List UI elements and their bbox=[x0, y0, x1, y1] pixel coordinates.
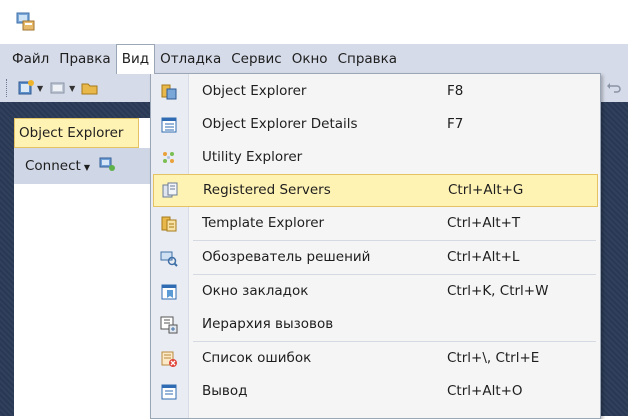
object-explorer-tab[interactable]: Object Explorer bbox=[14, 118, 139, 148]
menu-item-shortcut: Ctrl+Alt+T bbox=[447, 215, 521, 231]
menu-item-bookmarks-window[interactable]: Окно закладок Ctrl+K, Ctrl+W bbox=[151, 275, 600, 308]
menu-item-shortcut: Ctrl+K, Ctrl+W bbox=[447, 283, 549, 299]
undo-icon[interactable] bbox=[606, 80, 622, 96]
menu-item-solution-explorer[interactable]: Обозреватель решений Ctrl+Alt+L bbox=[151, 241, 600, 274]
menu-item-label: Object Explorer bbox=[202, 83, 307, 99]
object-explorer-icon bbox=[160, 83, 178, 101]
menu-item-label: Object Explorer Details bbox=[202, 116, 358, 132]
output-icon bbox=[160, 383, 178, 401]
menu-item-label: Registered Servers bbox=[203, 182, 331, 198]
menu-item-label: Вывод bbox=[202, 383, 248, 399]
menu-file[interactable]: Файл bbox=[0, 44, 54, 74]
menu-window[interactable]: Окно bbox=[287, 44, 333, 74]
menu-item-error-list[interactable]: Список ошибок Ctrl+\, Ctrl+E bbox=[151, 342, 600, 375]
menu-item-template-explorer[interactable]: Template Explorer Ctrl+Alt+T bbox=[151, 207, 600, 240]
add-item-button[interactable]: ▼ bbox=[49, 79, 75, 97]
menu-item-label: Utility Explorer bbox=[202, 149, 303, 165]
add-item-icon bbox=[50, 82, 65, 94]
menu-tools[interactable]: Сервис bbox=[226, 44, 286, 74]
menu-help[interactable]: Справка bbox=[333, 44, 402, 74]
menu-item-object-explorer-details[interactable]: Object Explorer Details F7 bbox=[151, 108, 600, 141]
chevron-down-icon: ▼ bbox=[83, 163, 90, 172]
menu-item-shortcut: Ctrl+Alt+G bbox=[448, 182, 524, 198]
call-hierarchy-icon bbox=[160, 316, 178, 334]
new-project-icon bbox=[18, 80, 34, 95]
menu-item-label: Список ошибок bbox=[202, 350, 312, 366]
toolbar-grip[interactable] bbox=[6, 79, 11, 97]
solution-explorer-icon bbox=[160, 249, 178, 267]
connect-server-icon[interactable] bbox=[98, 155, 116, 177]
bookmarks-window-icon bbox=[160, 283, 178, 301]
menu-item-shortcut: F7 bbox=[447, 116, 464, 132]
menu-item-object-explorer[interactable]: Object Explorer F8 bbox=[151, 75, 600, 108]
menu-item-label: Обозреватель решений bbox=[202, 249, 371, 265]
chevron-down-icon: ▼ bbox=[69, 83, 76, 93]
utility-explorer-icon bbox=[160, 149, 178, 167]
menu-item-shortcut: Ctrl+\, Ctrl+E bbox=[447, 350, 540, 366]
menu-item-registered-servers[interactable]: Registered Servers Ctrl+Alt+G bbox=[153, 174, 598, 207]
view-menu-dropdown: Object Explorer F8 Object Explorer Detai… bbox=[150, 73, 601, 419]
menu-item-label: Template Explorer bbox=[202, 215, 325, 231]
menu-item-call-hierarchy[interactable]: Иерархия вызовов bbox=[151, 308, 600, 341]
app-icon bbox=[16, 12, 36, 32]
menu-view[interactable]: Вид bbox=[115, 44, 156, 74]
menu-item-shortcut: Ctrl+Alt+O bbox=[447, 383, 523, 399]
menu-item-shortcut: F8 bbox=[447, 83, 464, 99]
menu-edit[interactable]: Правка bbox=[54, 44, 115, 74]
title-bar bbox=[0, 0, 628, 44]
connect-label: Connect bbox=[25, 158, 81, 174]
new-project-button[interactable]: ▼ bbox=[17, 79, 43, 97]
folder-open-icon bbox=[81, 83, 98, 95]
menu-item-label: Иерархия вызовов bbox=[202, 316, 334, 332]
menu-debug[interactable]: Отладка bbox=[155, 44, 226, 74]
error-list-icon bbox=[160, 350, 178, 368]
chevron-down-icon: ▼ bbox=[37, 83, 44, 93]
menu-item-shortcut: Ctrl+Alt+L bbox=[447, 249, 520, 265]
connect-button[interactable]: Connect ▼ bbox=[25, 158, 90, 174]
menu-bar: Файл Правка Вид Отладка Сервис Окно Спра… bbox=[0, 44, 628, 74]
registered-servers-icon bbox=[161, 182, 179, 200]
menu-item-output[interactable]: Вывод Ctrl+Alt+O bbox=[151, 375, 600, 408]
template-explorer-icon bbox=[160, 215, 178, 233]
menu-item-label: Окно закладок bbox=[202, 283, 309, 299]
open-file-button[interactable] bbox=[81, 79, 99, 97]
menu-item-utility-explorer[interactable]: Utility Explorer bbox=[151, 141, 600, 174]
object-explorer-details-icon bbox=[160, 116, 178, 134]
